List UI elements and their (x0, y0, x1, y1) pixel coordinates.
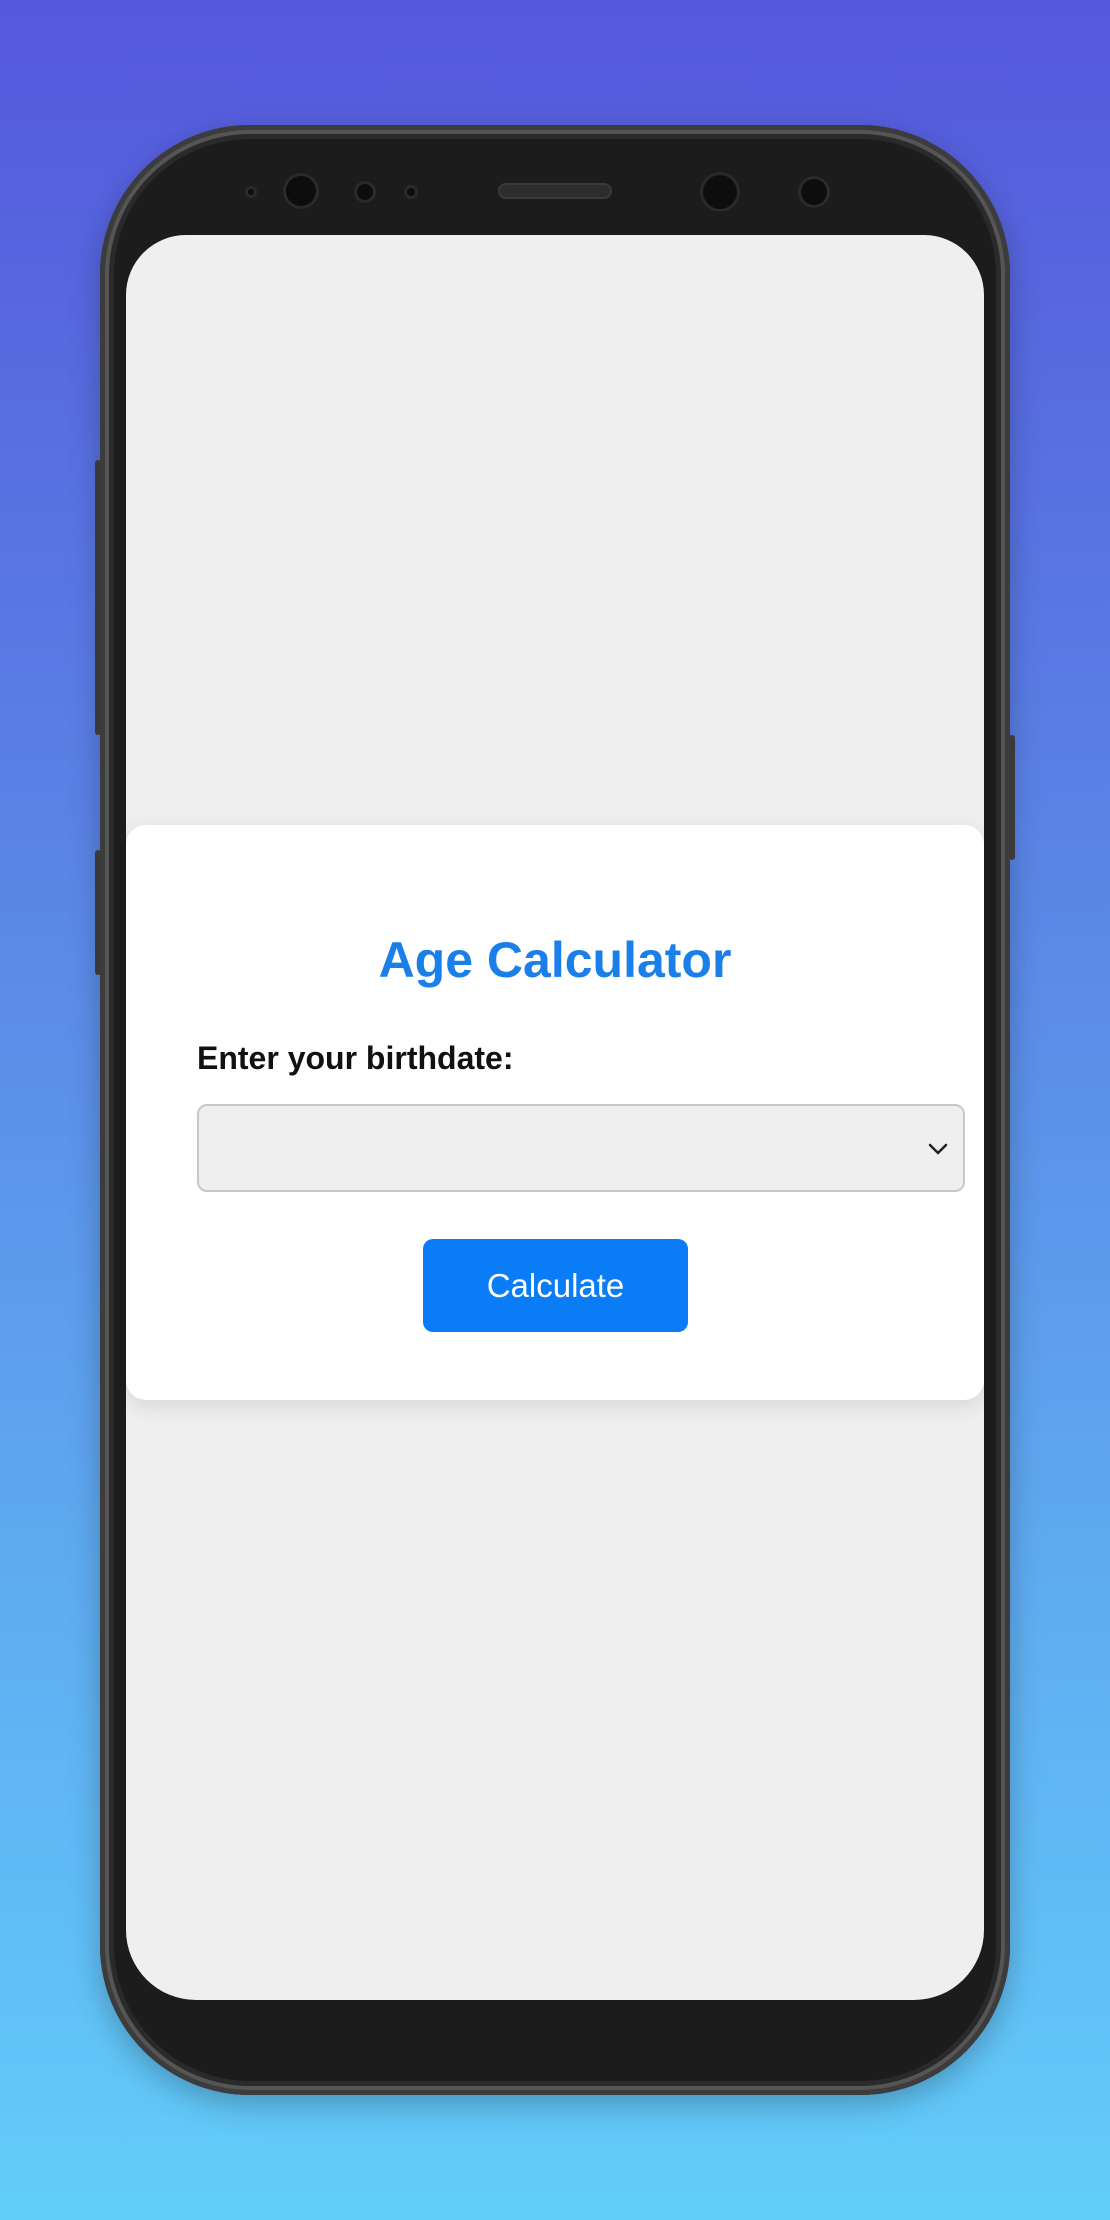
phone-screen: Age Calculator Enter your birthdate: Cal… (126, 235, 984, 2000)
volume-up-button (95, 460, 101, 735)
sensor-dot (404, 185, 418, 199)
power-button (1009, 735, 1015, 860)
sensor-dot (245, 186, 257, 198)
birthdate-label: Enter your birthdate: (197, 1040, 514, 1076)
chevron-down-icon (928, 1143, 948, 1155)
calculate-button[interactable]: Calculate (423, 1239, 688, 1332)
proximity-sensor (798, 176, 830, 208)
earpiece-speaker (498, 183, 612, 199)
phone-frame: Age Calculator Enter your birthdate: Cal… (95, 125, 1015, 2095)
front-camera (283, 173, 319, 209)
sensor-dot (354, 181, 376, 203)
page-title: Age Calculator (378, 932, 732, 988)
birthdate-input[interactable] (197, 1104, 965, 1192)
volume-down-button (95, 850, 101, 975)
iris-camera (700, 172, 740, 212)
age-calculator-card: Age Calculator Enter your birthdate: Cal… (126, 825, 984, 1400)
